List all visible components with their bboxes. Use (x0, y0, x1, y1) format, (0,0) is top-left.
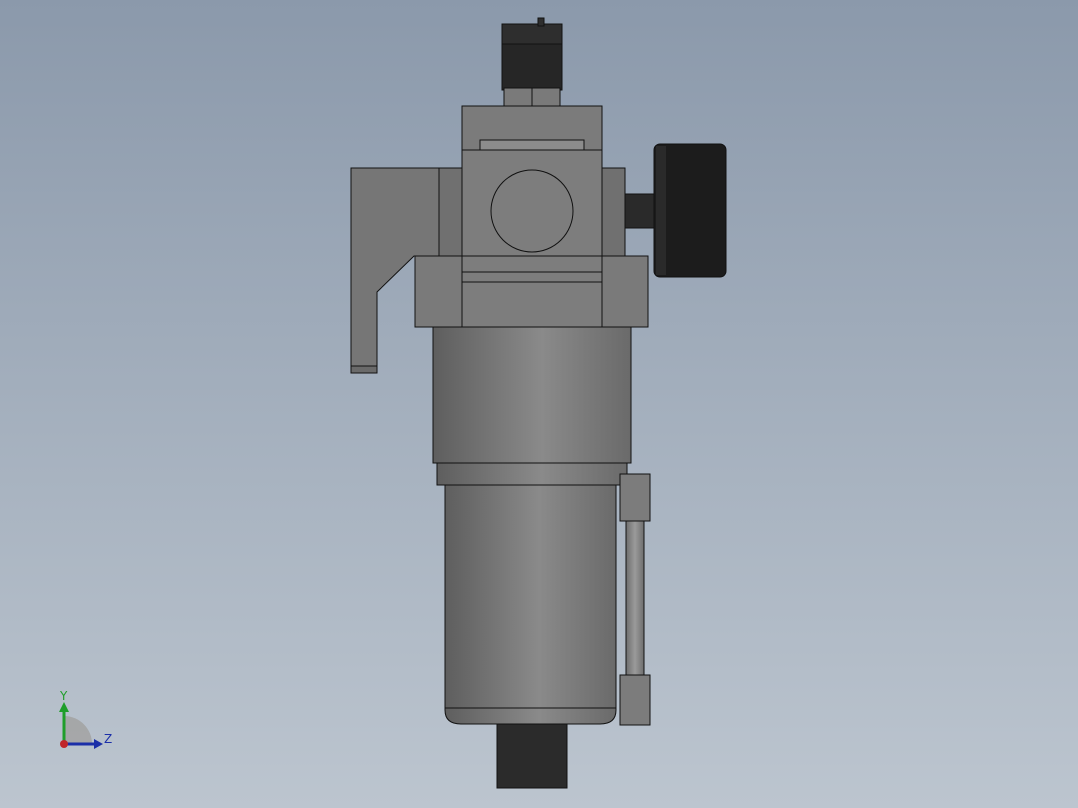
cad-graphics-viewport[interactable]: Y Z (0, 0, 1078, 808)
filter-bowl-upper-part[interactable] (432, 326, 632, 486)
triad-z-label: Z (104, 732, 112, 746)
regulator-body-part[interactable] (438, 105, 626, 275)
triad-y-label: Y (59, 689, 68, 703)
port-circle (490, 169, 574, 253)
top-cap-part[interactable] (501, 17, 563, 107)
drain-part[interactable] (496, 723, 568, 789)
x-axis-point-icon (60, 740, 68, 748)
collar-block-part[interactable] (414, 255, 649, 328)
model-view-canvas[interactable]: Y Z (0, 0, 1078, 808)
filter-bowl-lower-part[interactable] (444, 484, 617, 725)
